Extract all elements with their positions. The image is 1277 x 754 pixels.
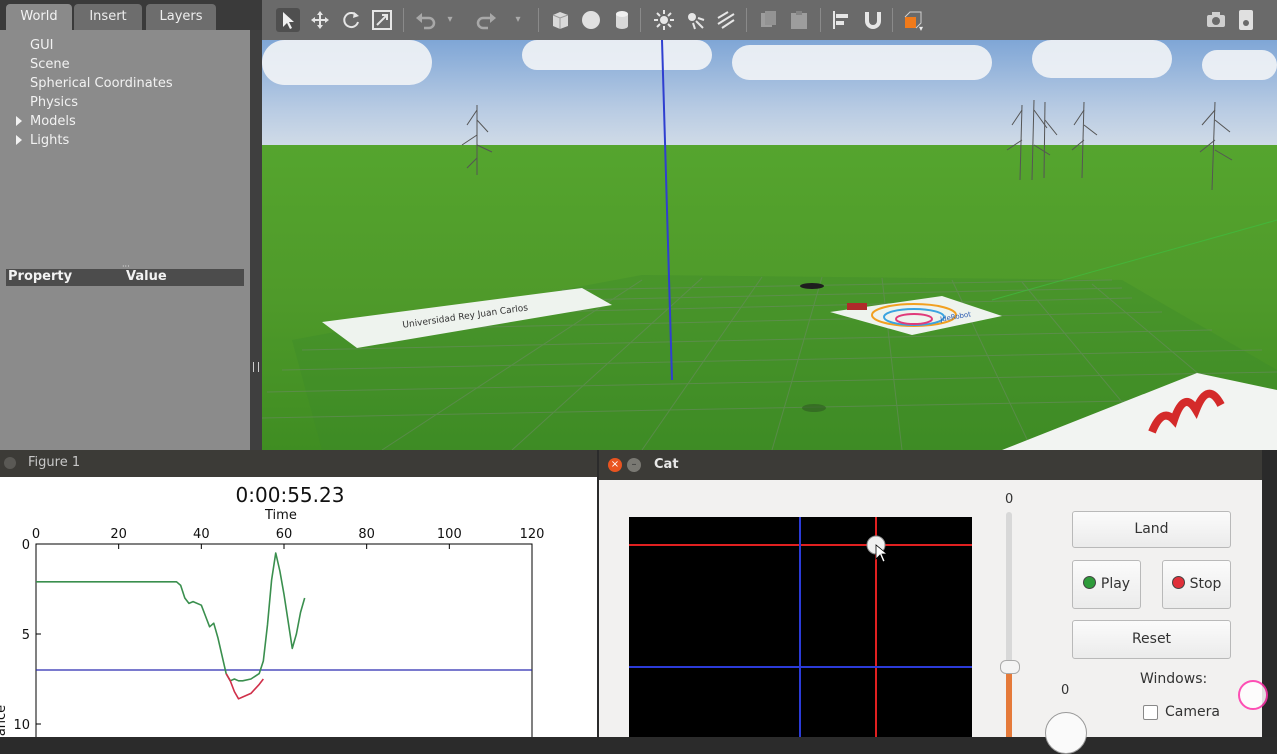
property-column-header: Property <box>8 269 73 284</box>
snap-icon[interactable] <box>861 8 885 32</box>
gazebo-3d-viewport[interactable]: Universidad Rey Juan Carlos JdeRobot <box>262 40 1277 450</box>
value-column-header: Value <box>126 269 167 284</box>
cat-titlebar[interactable]: × – Cat <box>599 450 1262 480</box>
toolbar-separator <box>892 8 893 32</box>
tab-insert[interactable]: Insert <box>74 4 142 30</box>
tree-item-physics[interactable]: Physics <box>30 95 78 110</box>
altitude-slider-fill <box>1006 667 1012 737</box>
stop-button-label: Stop <box>1189 576 1222 592</box>
knob-value: 0 <box>1061 683 1070 698</box>
gazebo-toolbar: ▾ ▾ ▾ <box>262 0 1277 40</box>
figure-titlebar[interactable]: Figure 1 <box>0 450 597 477</box>
toolbar-separator <box>820 8 821 32</box>
directional-light-icon[interactable] <box>714 8 738 32</box>
figure-window: Figure 1 0:00:55.23 0 20 40 60 80 100 120 0 5 10 … <box>0 450 597 737</box>
tree-item-scene[interactable]: Scene <box>30 57 70 72</box>
tab-layers[interactable]: Layers <box>146 4 216 30</box>
cylinder-icon[interactable] <box>610 8 634 32</box>
scale-icon[interactable] <box>370 8 394 32</box>
x-tick-label: 0 <box>32 527 40 542</box>
svg-text:▾: ▾ <box>919 24 923 32</box>
y-tick-label: 10 <box>13 718 30 733</box>
stop-led-icon <box>1171 576 1185 589</box>
camera-checkbox-label: Camera <box>1165 704 1220 720</box>
toolbar-separator <box>640 8 641 32</box>
tab-world[interactable]: World <box>6 4 72 30</box>
x-tick-label: 100 <box>437 527 462 542</box>
spot-light-icon[interactable] <box>683 8 707 32</box>
reset-button[interactable]: Reset <box>1072 620 1231 659</box>
yaw-dial[interactable] <box>1045 712 1087 754</box>
panel-splitter[interactable] <box>250 30 262 450</box>
world-tree: GUI Scene Spherical Coordinates Physics … <box>0 30 250 450</box>
redo-dropdown-icon[interactable]: ▾ <box>512 8 524 32</box>
y-tick-label: 0 <box>22 538 30 553</box>
point-light-icon[interactable] <box>652 8 676 32</box>
close-icon[interactable] <box>4 457 16 469</box>
close-icon[interactable]: × <box>608 458 622 472</box>
splitter-grip-icon[interactable] <box>253 362 259 372</box>
stop-button[interactable]: Stop <box>1162 560 1231 609</box>
altitude-slider-handle[interactable] <box>1000 660 1020 674</box>
toolbar-separator <box>403 8 404 32</box>
redo-icon[interactable] <box>474 8 498 32</box>
figure-canvas: 0:00:55.23 0 20 40 60 80 100 120 0 5 10 Time ance <box>0 477 597 737</box>
jderobot-logo-icon <box>1238 680 1268 710</box>
toolbar-separator <box>746 8 747 32</box>
reset-button-label: Reset <box>1131 631 1172 647</box>
tree-item-lights[interactable]: Lights <box>30 133 69 148</box>
tree-item-spherical-coordinates[interactable]: Spherical Coordinates <box>30 76 173 91</box>
red-car <box>847 303 867 310</box>
sphere-icon[interactable] <box>579 8 603 32</box>
screenshot-icon[interactable] <box>1204 8 1228 32</box>
gazebo-left-panel: World Insert Layers GUI Scene Spherical … <box>0 0 262 450</box>
teleop-pad[interactable] <box>629 517 972 737</box>
translate-icon[interactable] <box>308 8 332 32</box>
paste-icon[interactable] <box>787 8 811 32</box>
y-axis-label: ance <box>0 704 10 737</box>
play-button-label: Play <box>1100 576 1131 592</box>
scene-overlay <box>262 40 1277 450</box>
expand-arrow-icon[interactable] <box>16 116 22 126</box>
rotate-icon[interactable] <box>339 8 363 32</box>
plot-frame <box>35 543 533 737</box>
tree-item-models[interactable]: Models <box>30 114 76 129</box>
y-tick-label: 5 <box>22 628 30 643</box>
window-title: Figure 1 <box>28 455 81 470</box>
play-led-icon <box>1082 576 1096 589</box>
camera-checkbox[interactable] <box>1143 705 1158 720</box>
property-table-header: Property Value <box>6 269 244 286</box>
land-button-label: Land <box>1134 521 1169 537</box>
window-title: Cat <box>654 457 679 472</box>
drone <box>800 283 824 289</box>
trees <box>461 99 1233 191</box>
toolbar-separator <box>538 8 539 32</box>
time-plot: 0 20 40 60 80 100 120 0 5 10 <box>13 527 545 737</box>
undo-dropdown-icon[interactable]: ▾ <box>444 8 456 32</box>
x-tick-label: 20 <box>110 527 127 542</box>
view-angle-icon[interactable]: ▾ <box>902 8 926 33</box>
log-icon[interactable] <box>1234 8 1258 32</box>
play-button[interactable]: Play <box>1072 560 1141 609</box>
x-tick-label: 120 <box>520 527 545 542</box>
land-button[interactable]: Land <box>1072 511 1231 548</box>
x-axis-label: Time <box>265 508 297 523</box>
select-arrow-icon[interactable] <box>276 8 300 32</box>
align-icon[interactable] <box>830 8 854 32</box>
copy-icon[interactable] <box>756 8 780 32</box>
slider-value: 0 <box>1005 492 1014 507</box>
minimize-icon[interactable]: – <box>627 458 641 472</box>
box-icon[interactable] <box>548 8 572 32</box>
expand-arrow-icon[interactable] <box>16 135 22 145</box>
undo-icon[interactable] <box>414 8 438 32</box>
tree-item-gui[interactable]: GUI <box>30 38 53 53</box>
x-tick-label: 40 <box>193 527 210 542</box>
x-tick-label: 80 <box>358 527 375 542</box>
cat-window: × – Cat 0 0 Land Play Stop Reset Windows… <box>599 450 1262 754</box>
x-tick-label: 60 <box>276 527 293 542</box>
windows-label: Windows: <box>1140 671 1208 687</box>
